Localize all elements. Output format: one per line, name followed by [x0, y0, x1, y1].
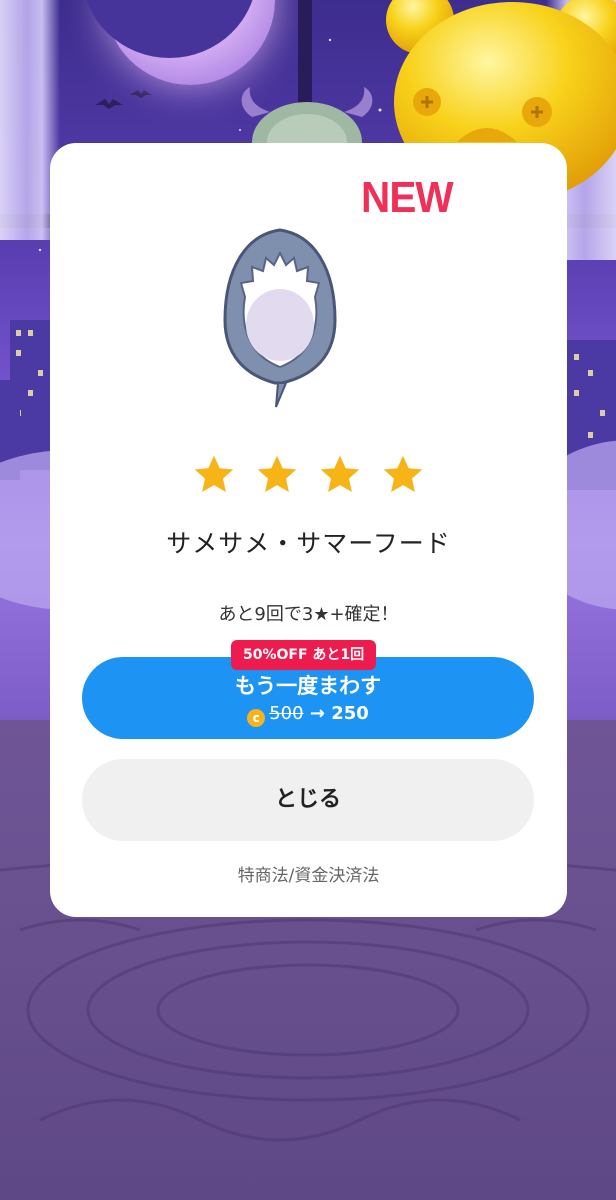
- shark-hood-icon: [223, 228, 337, 408]
- price-arrow: →: [309, 703, 325, 724]
- new-price: 250: [331, 703, 369, 724]
- star-icon: [320, 455, 360, 493]
- star-icon: [194, 455, 234, 493]
- new-label: NEW: [361, 173, 454, 222]
- old-price: 500: [269, 703, 304, 724]
- spin-again-label: もう一度まわす: [234, 674, 382, 698]
- legal-link[interactable]: 特商法/資金決済法: [50, 861, 567, 886]
- pity-counter-text: あと9回で3★+確定！: [218, 604, 399, 625]
- item-name: サメサメ・サマーフード: [166, 529, 451, 558]
- close-button[interactable]: とじる: [82, 759, 534, 841]
- star-icon: [257, 455, 297, 493]
- coin-icon: c: [247, 709, 266, 727]
- star-icon: [383, 455, 423, 493]
- rarity-stars: [50, 453, 567, 501]
- discount-badge: 50%OFF あと1回: [231, 640, 377, 670]
- gacha-result-modal: NEW サメサメ・サマーフード あと9回で3★+確定！ もう一度まわす c 500…: [50, 143, 567, 917]
- price-row: c 500 → 250: [82, 703, 534, 727]
